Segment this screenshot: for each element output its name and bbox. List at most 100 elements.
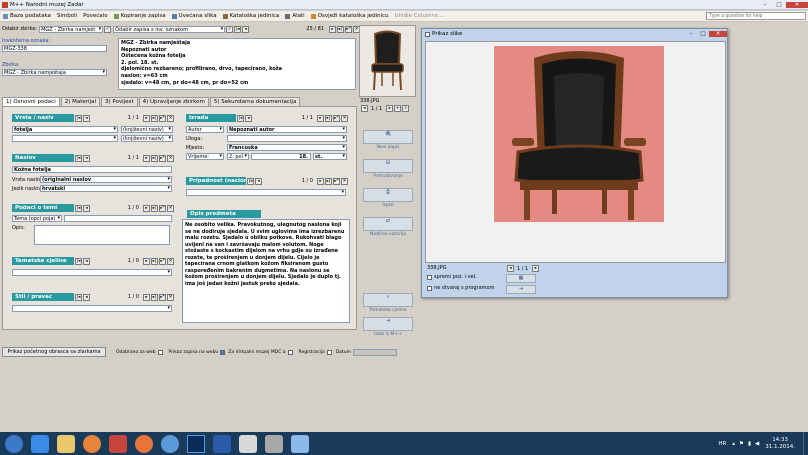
prev-record-button[interactable]: ◂ bbox=[242, 25, 250, 33]
toolbar-osvjezi[interactable]: Osvježi kataloška jedinicu bbox=[308, 13, 392, 19]
print-button[interactable]: ⎙ bbox=[363, 188, 413, 202]
autor-select[interactable]: Nepoznati autor bbox=[227, 126, 347, 133]
explorer-icon[interactable] bbox=[57, 434, 75, 453]
tema-input[interactable] bbox=[64, 215, 172, 222]
stil-first[interactable]: |◂ bbox=[75, 293, 82, 301]
pripadnost-last[interactable]: ▸| bbox=[325, 177, 332, 185]
viewer-next[interactable]: ▸ bbox=[532, 265, 540, 272]
vrsta-value-select[interactable]: fotelja bbox=[12, 126, 118, 133]
no-open-checkbox[interactable] bbox=[427, 285, 432, 291]
app-icon-red[interactable] bbox=[109, 434, 127, 453]
naslov-vrsta-select[interactable]: (originalni naslov bbox=[40, 176, 172, 183]
thumbnail-chair[interactable] bbox=[360, 26, 415, 96]
thumb-zoom[interactable]: ⌕ bbox=[402, 105, 410, 112]
naslov-first[interactable]: |◂ bbox=[75, 154, 82, 162]
tab-povijest[interactable]: 3) Povijest bbox=[101, 97, 138, 106]
izrada-new[interactable]: ▸* bbox=[333, 114, 340, 122]
thumb-prev[interactable]: ◂ bbox=[361, 105, 368, 112]
language-indicator[interactable]: HR bbox=[718, 441, 726, 447]
stil-next[interactable]: ▸ bbox=[143, 293, 150, 301]
pripadnost-prev[interactable]: ◂ bbox=[255, 177, 262, 185]
virtualni-checkbox[interactable] bbox=[287, 349, 293, 355]
naslov-new[interactable]: ▸* bbox=[159, 154, 166, 162]
odabir-select[interactable]: MGZ - Zbirka namješt bbox=[39, 25, 104, 33]
vrsta-first[interactable]: |◂ bbox=[75, 114, 82, 122]
close-button[interactable]: ✕ bbox=[786, 1, 808, 8]
toolbar-katalog[interactable]: Kataloška jedinica bbox=[220, 13, 283, 19]
naslov-jezik-select[interactable]: hrvatski bbox=[40, 185, 172, 192]
tematske-new[interactable]: ▸* bbox=[159, 257, 166, 265]
podaci-next[interactable]: ▸ bbox=[143, 204, 150, 212]
viewer-minimize[interactable]: – bbox=[685, 31, 697, 37]
clock-time[interactable]: 14:33 bbox=[765, 437, 795, 444]
naslov-last[interactable]: ▸| bbox=[151, 154, 158, 162]
help-search-input[interactable] bbox=[706, 12, 806, 20]
vrijeme-century-input[interactable]: 18. bbox=[251, 153, 311, 160]
maximize-button[interactable]: □ bbox=[772, 2, 786, 8]
toolbar-povecalo[interactable]: Povećalo bbox=[80, 13, 110, 19]
start-button[interactable] bbox=[5, 434, 23, 453]
tema-select[interactable]: Tema (opći poja) bbox=[12, 215, 62, 222]
media-player-icon[interactable] bbox=[83, 434, 101, 453]
viewer-close[interactable]: ✕ bbox=[709, 31, 727, 37]
vrsta-option2[interactable]: (književni naziv) bbox=[121, 135, 173, 142]
tray-arrow-icon[interactable]: ▴ bbox=[732, 441, 735, 447]
naslov-input[interactable]: Kožna fotelja bbox=[12, 166, 172, 173]
next-record-button[interactable]: ▸ bbox=[329, 25, 336, 33]
naslov-del[interactable]: ✕ bbox=[167, 154, 174, 162]
show-desktop-button[interactable] bbox=[803, 432, 808, 455]
tematske-select[interactable] bbox=[12, 269, 172, 276]
podaci-last[interactable]: ▸| bbox=[151, 204, 158, 212]
izrada-prev[interactable]: ◂ bbox=[245, 114, 252, 122]
toolbar-baza[interactable]: Baza podataka bbox=[0, 13, 54, 19]
stil-new[interactable]: ▸* bbox=[159, 293, 166, 301]
podaci-del[interactable]: ✕ bbox=[167, 204, 174, 212]
izrada-del[interactable]: ✕ bbox=[341, 114, 348, 122]
odabrano-checkbox[interactable] bbox=[157, 349, 163, 355]
vrsta-new[interactable]: ▸* bbox=[159, 114, 166, 122]
autor-role-select[interactable]: Autor bbox=[186, 126, 224, 133]
opis-textarea[interactable] bbox=[34, 225, 170, 245]
zbirka-select[interactable]: MGZ - Zbirka namještaja bbox=[2, 69, 107, 76]
save-pos-checkbox[interactable] bbox=[427, 274, 432, 280]
vrsta-prev[interactable]: ◂ bbox=[83, 114, 90, 122]
podaci-first[interactable]: |◂ bbox=[75, 204, 82, 212]
pripadnost-first[interactable]: |◂ bbox=[247, 177, 254, 185]
viewer-exit-button[interactable]: ⇥ bbox=[506, 285, 536, 294]
izrada-first[interactable]: |◂ bbox=[237, 114, 244, 122]
first-record-button[interactable]: |◂ bbox=[234, 25, 242, 33]
new-record-button[interactable]: 🖇 bbox=[363, 130, 413, 144]
last-record-button[interactable]: ▸| bbox=[337, 25, 344, 33]
toolbar-uvecana[interactable]: Uvećana slika bbox=[169, 13, 220, 19]
thumb-add[interactable]: + bbox=[394, 105, 402, 112]
thematic-button[interactable]: ⌕ bbox=[363, 293, 413, 307]
vrsta-extra-select[interactable] bbox=[12, 135, 118, 142]
mpp-app-icon[interactable] bbox=[239, 434, 257, 453]
minimize-button[interactable]: – bbox=[758, 2, 772, 8]
replace-button[interactable]: ⇄ bbox=[363, 217, 413, 231]
registracija-checkbox[interactable] bbox=[326, 349, 332, 355]
pripadnost-select[interactable] bbox=[186, 189, 346, 196]
opis-text[interactable]: Ne osobito velika. Pravokutnog, ulegnuto… bbox=[182, 219, 350, 323]
clock-date[interactable]: 31.1.2014. bbox=[765, 444, 795, 451]
tematske-next[interactable]: ▸ bbox=[143, 257, 150, 265]
pripadnost-del[interactable]: ✕ bbox=[341, 177, 348, 185]
globe-icon[interactable] bbox=[161, 434, 179, 453]
word-icon[interactable] bbox=[213, 434, 231, 453]
search-records-button[interactable]: ⛁ bbox=[363, 159, 413, 173]
vrsta-last[interactable]: ▸| bbox=[151, 114, 158, 122]
viewer-prev[interactable]: ◂ bbox=[507, 265, 514, 272]
vrijeme-period-select[interactable]: 2. pol bbox=[227, 153, 249, 160]
exit-button[interactable]: ⇥ bbox=[363, 317, 413, 331]
vrsta-del[interactable]: ✕ bbox=[167, 114, 174, 122]
tematske-first[interactable]: |◂ bbox=[75, 257, 82, 265]
stil-last[interactable]: ▸| bbox=[151, 293, 158, 301]
tematske-del[interactable]: ✕ bbox=[167, 257, 174, 265]
photoshop-icon[interactable] bbox=[187, 434, 205, 453]
viewer-task-icon[interactable] bbox=[291, 434, 309, 453]
stil-select[interactable] bbox=[12, 305, 172, 312]
stil-prev[interactable]: ◂ bbox=[83, 293, 90, 301]
viewer-maximize[interactable]: □ bbox=[697, 31, 709, 37]
mjesto-select[interactable]: Francuska bbox=[227, 144, 347, 151]
chair-photo[interactable] bbox=[494, 46, 664, 222]
